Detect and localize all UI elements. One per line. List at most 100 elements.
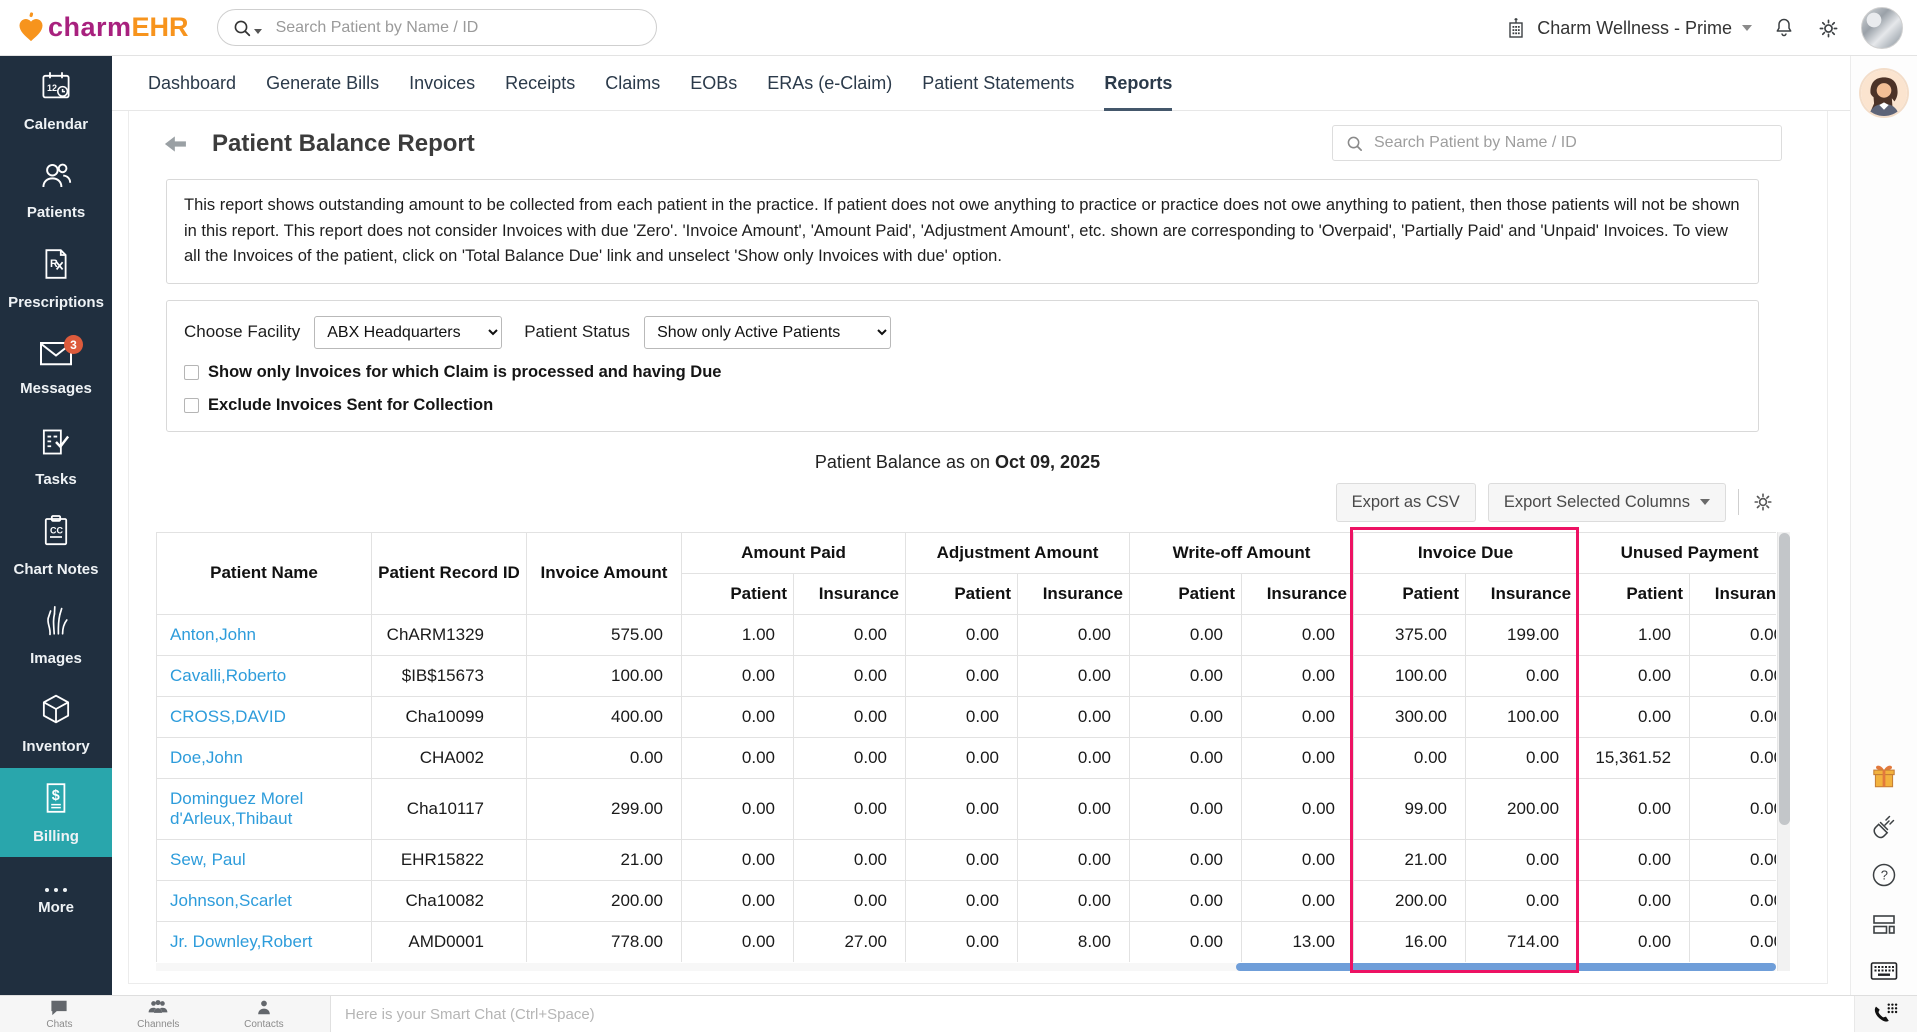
export-caret-icon (1700, 499, 1710, 505)
sidebar-item-messages[interactable]: 3 Messages (0, 323, 112, 412)
amount-cell: 0.00 (1130, 778, 1242, 839)
practice-selector[interactable]: Charm Wellness - Prime (1503, 15, 1752, 41)
patient-name-link[interactable]: Cavalli,Roberto (170, 666, 286, 685)
tasks-checklist-icon (39, 425, 73, 464)
balance-as-on-line: Patient Balance as on Oct 09, 2025 (156, 452, 1759, 473)
sidebar-item-more[interactable]: More (0, 857, 112, 946)
sidebar-item-label: Patients (27, 204, 85, 221)
tab-claims[interactable]: Claims (605, 56, 660, 111)
sidebar-item-inventory[interactable]: Inventory (0, 679, 112, 768)
sidebar-item-tasks[interactable]: Tasks (0, 412, 112, 501)
amount-cell: 0.00 (1578, 655, 1690, 696)
report-patient-search[interactable] (1332, 125, 1782, 161)
tab-patient-statements[interactable]: Patient Statements (922, 56, 1074, 111)
tab-eobs[interactable]: EOBs (690, 56, 737, 111)
tab-dashboard[interactable]: Dashboard (148, 56, 236, 111)
global-patient-search[interactable] (217, 9, 657, 46)
facility-select[interactable]: ABX Headquarters (314, 316, 502, 349)
sidebar-item-calendar[interactable]: 12 Calendar (0, 56, 112, 145)
amount-cell: 0.00 (794, 880, 906, 921)
patient-name-link[interactable]: CROSS,DAVID (170, 707, 286, 726)
filter-panel: Choose Facility ABX Headquarters Patient… (166, 300, 1759, 432)
facility-label: Choose Facility (184, 322, 300, 342)
sidebar-item-patients[interactable]: Patients (0, 145, 112, 234)
smart-chat-input-area[interactable] (330, 996, 1855, 1032)
main-content: Dashboard Generate Bills Invoices Receip… (112, 56, 1850, 995)
tab-invoices[interactable]: Invoices (409, 56, 475, 111)
amount-cell: 0.00 (794, 737, 906, 778)
sidebar-item-prescriptions[interactable]: R Prescriptions (0, 234, 112, 323)
settings-button[interactable] (1816, 16, 1841, 41)
amount-cell: 714.00 (1466, 921, 1578, 962)
patient-name-link[interactable]: Dominguez Morel d'Arleux,Thibaut (170, 789, 303, 828)
channels-button[interactable]: Channels (137, 999, 179, 1030)
patient-status-select[interactable]: Show only Active Patients (644, 316, 891, 349)
tab-generate-bills[interactable]: Generate Bills (266, 56, 379, 111)
claim-processed-checkbox[interactable] (184, 365, 199, 380)
sidebar-item-images[interactable]: Images (0, 590, 112, 679)
sidebar-item-label: Tasks (35, 471, 76, 488)
brand-charm-text: charm (48, 12, 132, 43)
export-selected-columns-button[interactable]: Export Selected Columns (1488, 483, 1726, 522)
patient-name-cell: Jr. Downley,Robert (157, 921, 372, 962)
claim-processed-label[interactable]: Show only Invoices for which Claim is pr… (208, 363, 721, 382)
smart-chat-input[interactable] (331, 1006, 1854, 1023)
table-vertical-scrollbar[interactable] (1777, 532, 1790, 971)
exclude-collection-label[interactable]: Exclude Invoices Sent for Collection (208, 396, 493, 415)
sidebar-item-chart-notes[interactable]: CC Chart Notes (0, 501, 112, 590)
amount-cell: 0.00 (794, 778, 906, 839)
user-avatar[interactable] (1861, 7, 1903, 49)
amount-cell: 27.00 (794, 921, 906, 962)
table-horizontal-scrollbar[interactable] (156, 963, 1776, 971)
tab-eras[interactable]: ERAs (e-Claim) (767, 56, 892, 111)
search-scope-caret-icon[interactable] (254, 29, 262, 34)
exclude-collection-checkbox[interactable] (184, 398, 199, 413)
subheader-insurance: Insurance (1242, 573, 1354, 614)
assistant-avatar[interactable] (1861, 70, 1907, 116)
export-csv-button[interactable]: Export as CSV (1336, 483, 1476, 522)
amount-cell: 0.00 (682, 737, 794, 778)
amount-cell: 0.00 (906, 921, 1018, 962)
whats-new-gift-icon[interactable] (1869, 761, 1899, 791)
amount-cell: 13.00 (1242, 921, 1354, 962)
patient-name-cell: Doe,John (157, 737, 372, 778)
contacts-button[interactable]: Contacts (244, 999, 283, 1030)
column-settings-button[interactable] (1751, 490, 1775, 514)
sidebar-item-label: More (38, 899, 74, 916)
integrations-plug-icon[interactable] (1870, 812, 1898, 840)
amount-cell: 0.00 (1130, 839, 1242, 880)
sidebar-item-billing[interactable]: $ Billing (0, 768, 112, 857)
global-search-input[interactable] (276, 19, 656, 37)
subheader-insurance: Insurance (1690, 573, 1776, 614)
phone-dialer-button[interactable] (1855, 996, 1917, 1032)
notifications-button[interactable] (1772, 16, 1796, 40)
chats-button[interactable]: Chats (46, 999, 72, 1030)
table-row: Cavalli,Roberto$IB$15673100.000.000.000.… (157, 655, 1777, 696)
calendar-icon: 12 (38, 68, 74, 109)
patient-name-link[interactable]: Doe,John (170, 748, 243, 767)
patient-name-link[interactable]: Sew, Paul (170, 850, 246, 869)
tab-receipts[interactable]: Receipts (505, 56, 575, 111)
amount-cell: 99.00 (1354, 778, 1466, 839)
back-button[interactable] (162, 132, 190, 156)
help-question-icon[interactable]: ? (1870, 861, 1898, 889)
tab-reports[interactable]: Reports (1104, 56, 1172, 111)
report-search-input[interactable] (1374, 134, 1781, 152)
amount-cell: 0.00 (1466, 880, 1578, 921)
col-header-amount-paid: Amount Paid (682, 532, 906, 573)
amount-cell: 0.00 (906, 655, 1018, 696)
subheader-patient: Patient (1354, 573, 1466, 614)
gear-icon (1751, 490, 1775, 514)
amount-cell: 0.00 (1690, 614, 1776, 655)
charm-ehr-logo[interactable]: charmEHR (14, 11, 189, 45)
patient-name-cell: CROSS,DAVID (157, 696, 372, 737)
widgets-layout-icon[interactable] (1870, 910, 1898, 938)
bell-icon (1772, 16, 1796, 40)
patient-name-link[interactable]: Johnson,Scarlet (170, 891, 292, 910)
search-icon[interactable] (232, 18, 252, 38)
patient-name-link[interactable]: Anton,John (170, 625, 256, 644)
keyboard-shortcuts-icon[interactable] (1869, 959, 1899, 983)
patient-record-id-cell: AMD0001 (372, 921, 527, 962)
patient-name-link[interactable]: Jr. Downley,Robert (170, 932, 312, 951)
amount-cell: 21.00 (527, 839, 682, 880)
